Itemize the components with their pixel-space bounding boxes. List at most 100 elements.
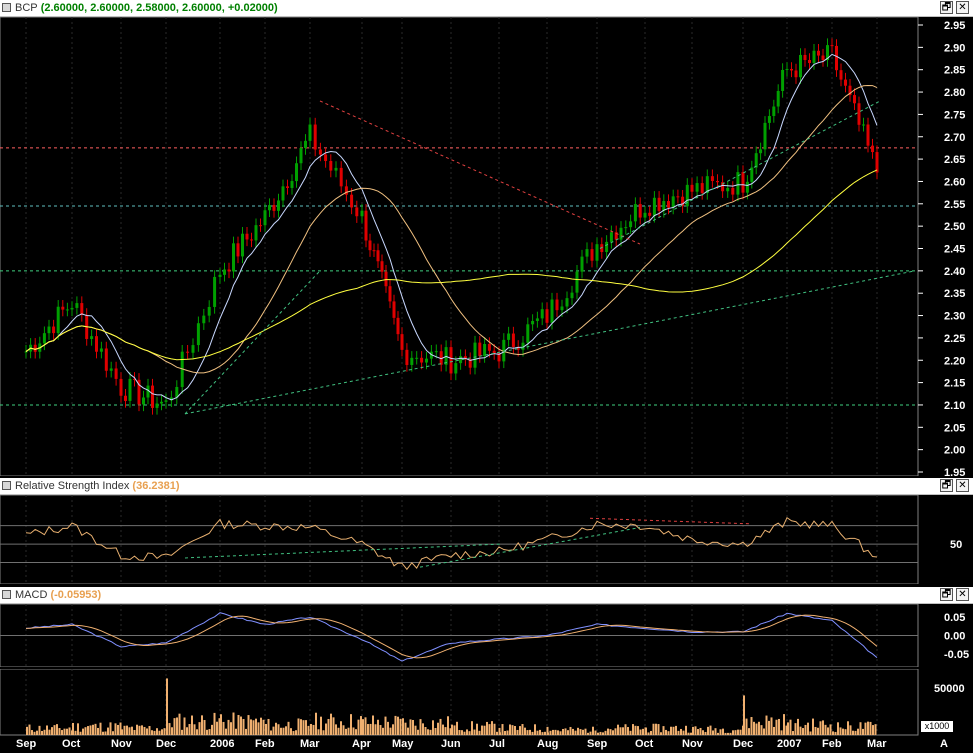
candle-body <box>376 250 380 262</box>
volume-bar <box>97 727 99 735</box>
volume-bar <box>168 723 171 735</box>
volume-bar <box>31 730 33 735</box>
volume-bar <box>468 731 471 735</box>
pane-menu-icon[interactable] <box>2 590 11 599</box>
macd-chart[interactable]: 0.05 0.00 -0.05 <box>0 604 973 667</box>
candle-body <box>454 363 458 374</box>
volume-bar <box>128 727 131 735</box>
candle-body <box>52 326 56 334</box>
candle-body <box>821 55 825 61</box>
volume-bar <box>867 721 869 735</box>
candle-body <box>223 269 226 275</box>
volume-bar <box>541 732 544 735</box>
volume-bar <box>255 718 257 735</box>
volume-bar <box>272 726 275 735</box>
volume-bar <box>216 721 218 735</box>
volume-bar <box>230 722 232 735</box>
volume-bar <box>247 715 250 735</box>
volume-bar <box>211 724 213 735</box>
volume-bar <box>675 725 677 735</box>
volume-bar <box>417 729 419 735</box>
candle-body <box>65 309 69 311</box>
candle-body <box>241 233 244 257</box>
close-button[interactable]: ✕ <box>956 479 969 492</box>
candle-body <box>565 298 569 307</box>
candle-body <box>388 286 392 302</box>
macd-pane-titlebar: MACD (-0.05953) 🗗 ✕ <box>0 587 973 604</box>
y-tick-label: 1.95 <box>944 467 965 476</box>
price-chart[interactable]: 2.95 2.90 2.85 2.80 2.75 2.70 2.65 2.60 2.55 2.50… <box>0 17 973 476</box>
volume-bar <box>372 715 374 735</box>
volume-bar <box>602 732 604 735</box>
volume-bar <box>809 731 812 735</box>
volume-bar <box>337 727 340 735</box>
volume-bar <box>208 729 211 735</box>
volume-bar <box>524 727 526 735</box>
volume-bar <box>360 716 362 735</box>
macd-label: MACD <box>15 589 48 601</box>
candle-body <box>24 351 28 353</box>
volume-bar <box>240 716 242 735</box>
restore-button[interactable]: 🗗 <box>940 479 953 492</box>
volume-bar <box>387 721 389 735</box>
candle-body <box>871 145 874 153</box>
volume-bar <box>516 729 519 735</box>
restore-button[interactable]: 🗗 <box>940 1 953 14</box>
volume-bar <box>773 726 775 735</box>
volume-bar <box>350 714 352 735</box>
rsi-chart[interactable]: 50 <box>0 495 973 584</box>
volume-bar <box>822 720 824 735</box>
x-tick-label: Feb <box>255 738 275 750</box>
volume-bar <box>242 719 245 735</box>
volume-bar <box>112 731 114 735</box>
volume-bar <box>330 713 332 735</box>
candle-body <box>277 200 280 211</box>
volume-bar <box>53 725 56 735</box>
close-button[interactable]: ✕ <box>956 588 969 601</box>
candle-body <box>420 357 424 363</box>
restore-button[interactable]: 🗗 <box>940 588 953 601</box>
candle-body <box>227 269 231 272</box>
volume-bar <box>847 721 849 735</box>
volume-bar <box>121 729 123 735</box>
volume-bar <box>227 719 230 735</box>
volume-bar <box>56 724 58 735</box>
volume-bar <box>277 724 280 735</box>
volume-bar <box>463 731 466 735</box>
y-tick-label: 2.35 <box>944 288 965 300</box>
candle-body <box>812 50 816 64</box>
volume-bar <box>794 723 797 735</box>
rsi-value: (36.2381) <box>132 480 180 492</box>
candle-body <box>304 140 307 148</box>
volume-bar <box>760 725 763 735</box>
candle-body <box>254 225 258 241</box>
candle-body <box>619 227 623 240</box>
rsi-label: Relative Strength Index <box>15 480 130 492</box>
candle-body <box>772 106 776 117</box>
volume-bar <box>743 695 745 735</box>
volume-bar <box>300 719 302 735</box>
volume-bar <box>778 718 780 735</box>
volume-bar <box>775 719 778 735</box>
volume-bar <box>109 722 112 735</box>
volume-bar <box>827 727 829 735</box>
candle-body <box>624 227 628 229</box>
volume-bar <box>662 726 665 735</box>
y-tick-label: 50000 <box>934 683 965 695</box>
pane-menu-icon[interactable] <box>2 3 11 12</box>
volume-bar <box>193 724 196 735</box>
volume-bar <box>722 728 724 735</box>
candle-body <box>207 306 211 316</box>
volume-bar <box>642 728 644 735</box>
pane-menu-icon[interactable] <box>2 481 11 490</box>
volume-bar <box>567 730 569 735</box>
rsi-pane: Relative Strength Index (36.2381) 🗗 ✕ 50 <box>0 478 973 584</box>
y-tick-label: 2.10 <box>944 400 965 412</box>
volume-bar <box>496 731 498 735</box>
candle-body <box>263 210 267 226</box>
volume-bar <box>687 732 690 735</box>
close-button[interactable]: ✕ <box>956 1 969 14</box>
volume-bar <box>501 724 504 735</box>
volume-bar <box>131 726 133 735</box>
volume-bar <box>697 729 699 735</box>
